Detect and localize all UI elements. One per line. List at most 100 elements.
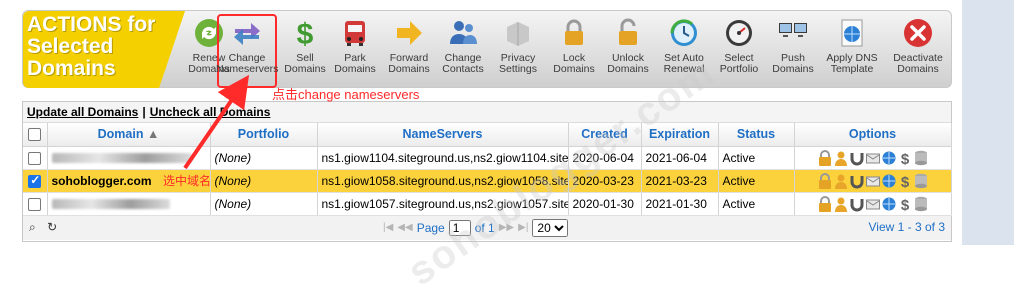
globe-icon[interactable]	[882, 173, 896, 189]
apply-dns-template-button[interactable]: Apply DNS Template	[823, 15, 881, 87]
refresh-icon[interactable]: ↻	[47, 220, 57, 234]
domain-cell[interactable]	[47, 146, 211, 170]
scroll-region	[962, 0, 1014, 245]
magnet-icon[interactable]	[850, 173, 864, 189]
page-size-select[interactable]: 20	[532, 218, 569, 237]
svg-text:$: $	[900, 197, 909, 212]
set-auto-renewal-button[interactable]: Set Auto Renewal	[655, 15, 713, 87]
options-cell: $	[794, 192, 952, 216]
change-nameservers-button[interactable]: Change Nameservers	[216, 14, 279, 88]
select-portfolio-label: Select Portfolio	[719, 52, 759, 75]
lock-icon[interactable]	[818, 149, 832, 166]
column-created[interactable]: Created	[568, 123, 642, 147]
lock-icon[interactable]	[818, 172, 832, 189]
mail-icon[interactable]	[865, 196, 880, 212]
row-checkbox[interactable]	[28, 197, 42, 211]
magnet-icon[interactable]	[850, 196, 864, 212]
portfolio-cell: (None)	[210, 169, 318, 193]
update-all-domains-link[interactable]: Update all Domains	[27, 105, 138, 119]
column-nameservers[interactable]: NameServers	[317, 123, 569, 147]
push-domains-label: Push Domains	[772, 52, 814, 75]
park-domains-label: Park Domains	[334, 52, 376, 75]
table-row[interactable]: (None) ns1.giow1057.siteground.us,ns2.gi…	[23, 192, 952, 216]
unlock-domains-label: Unlock Domains	[607, 52, 649, 75]
set-auto-renewal-label: Set Auto Renewal	[663, 52, 705, 75]
forward-domains-button[interactable]: Forward Domains	[380, 15, 438, 87]
park-domains-button[interactable]: Park Domains	[326, 15, 384, 87]
sort-icon[interactable]: ▲︎	[147, 127, 159, 141]
mail-icon[interactable]	[865, 173, 880, 189]
page-label: Page	[416, 220, 445, 235]
domain-cell[interactable]	[47, 192, 211, 216]
prev-page-icon[interactable]: ◀◀	[397, 222, 412, 233]
forward-domains-label: Forward Domains	[388, 52, 430, 75]
column-domain[interactable]: Domain ▲︎	[47, 123, 211, 147]
database-icon[interactable]	[914, 173, 928, 189]
change-contacts-button[interactable]: Change Contacts	[434, 15, 492, 87]
row-checkbox-checked[interactable]	[28, 173, 42, 188]
column-expiration[interactable]: Expiration	[641, 123, 719, 147]
lock-domains-button[interactable]: Lock Domains	[545, 15, 603, 87]
toolbar-title: ACTIONS for Selected Domains	[27, 13, 156, 80]
row-checkbox[interactable]	[28, 151, 42, 165]
dollar-icon[interactable]: $	[898, 173, 912, 191]
domain-redacted	[51, 153, 192, 164]
push-domains-button[interactable]: Push Domains	[764, 15, 822, 87]
nameservers-cell: ns1.giow1104.siteground.us,ns2.giow1104.…	[317, 146, 569, 170]
uncheck-all-domains-link[interactable]: Uncheck all Domains	[150, 105, 271, 119]
privacy-settings-button[interactable]: Privacy Settings	[489, 15, 547, 87]
change-arrows-icon	[234, 23, 260, 45]
contact-icon[interactable]	[834, 196, 848, 212]
dollar-icon[interactable]: $	[898, 196, 912, 214]
table-row[interactable]: (None) ns1.giow1104.siteground.us,ns2.gi…	[23, 146, 952, 170]
next-page-icon[interactable]: ▶▶	[499, 222, 514, 233]
column-domain-label: Domain	[97, 127, 144, 142]
privacy-settings-label: Privacy Settings	[499, 52, 537, 75]
domains-grid: Update all Domains | Uncheck all Domains D…	[22, 101, 952, 242]
dollar-icon[interactable]: $	[898, 150, 912, 168]
clock-icon	[670, 19, 697, 46]
expiration-cell: 2021-01-30	[641, 192, 719, 216]
database-icon[interactable]	[914, 150, 928, 166]
domain-redacted	[51, 199, 170, 210]
lock-icon[interactable]	[818, 195, 832, 212]
contact-icon[interactable]	[834, 150, 848, 166]
created-cell: 2020-01-30	[568, 192, 642, 216]
database-icon[interactable]	[914, 196, 928, 212]
apply-dns-template-label: Apply DNS Template	[826, 52, 878, 75]
select-all-cell[interactable]	[23, 123, 48, 147]
globe-icon[interactable]	[882, 150, 896, 166]
actions-toolbar: ACTIONS for Selected Domains Renew Domai…	[22, 10, 952, 88]
unlock-domains-button[interactable]: Unlock Domains	[599, 15, 657, 87]
search-icon[interactable]: ⌕	[29, 220, 36, 234]
magnet-icon[interactable]	[850, 150, 864, 166]
arrow-right-icon	[397, 21, 422, 45]
row-select-cell[interactable]	[23, 169, 48, 193]
options-cell: $	[794, 146, 952, 170]
first-page-icon[interactable]: |◀	[383, 222, 393, 233]
globe-icon[interactable]	[882, 196, 896, 212]
row-select-cell[interactable]	[23, 146, 48, 170]
change-contacts-label: Change Contacts	[442, 52, 484, 75]
last-page-icon[interactable]: ▶|	[518, 222, 528, 233]
annotation-select-domain: 选中域名	[163, 174, 212, 188]
row-select-cell[interactable]	[23, 192, 48, 216]
status-cell: Active	[718, 169, 795, 193]
status-cell: Active	[718, 146, 795, 170]
column-status[interactable]: Status	[718, 123, 795, 147]
portfolio-cell: (None)	[210, 192, 318, 216]
contact-icon[interactable]	[834, 173, 848, 189]
deactivate-domains-button[interactable]: Deactivate Domains	[889, 15, 947, 87]
select-portfolio-button[interactable]: Select Portfolio	[710, 15, 768, 87]
svg-text:$: $	[900, 151, 909, 166]
view-info: View 1 - 3 of 3	[868, 219, 946, 234]
column-portfolio[interactable]: Portfolio	[210, 123, 318, 147]
pager-controls: |◀ ◀◀ Page of 1 ▶▶ ▶| 20	[383, 218, 569, 237]
change-nameservers-label: Change Nameservers	[216, 52, 279, 75]
select-all-checkbox[interactable]	[28, 128, 42, 142]
grid-separator: |	[142, 105, 146, 119]
annotation-change-nameservers: 点击change nameservers	[272, 87, 420, 102]
page-number-input[interactable]	[448, 219, 471, 236]
lock-icon	[565, 19, 583, 45]
mail-icon[interactable]	[865, 150, 880, 166]
